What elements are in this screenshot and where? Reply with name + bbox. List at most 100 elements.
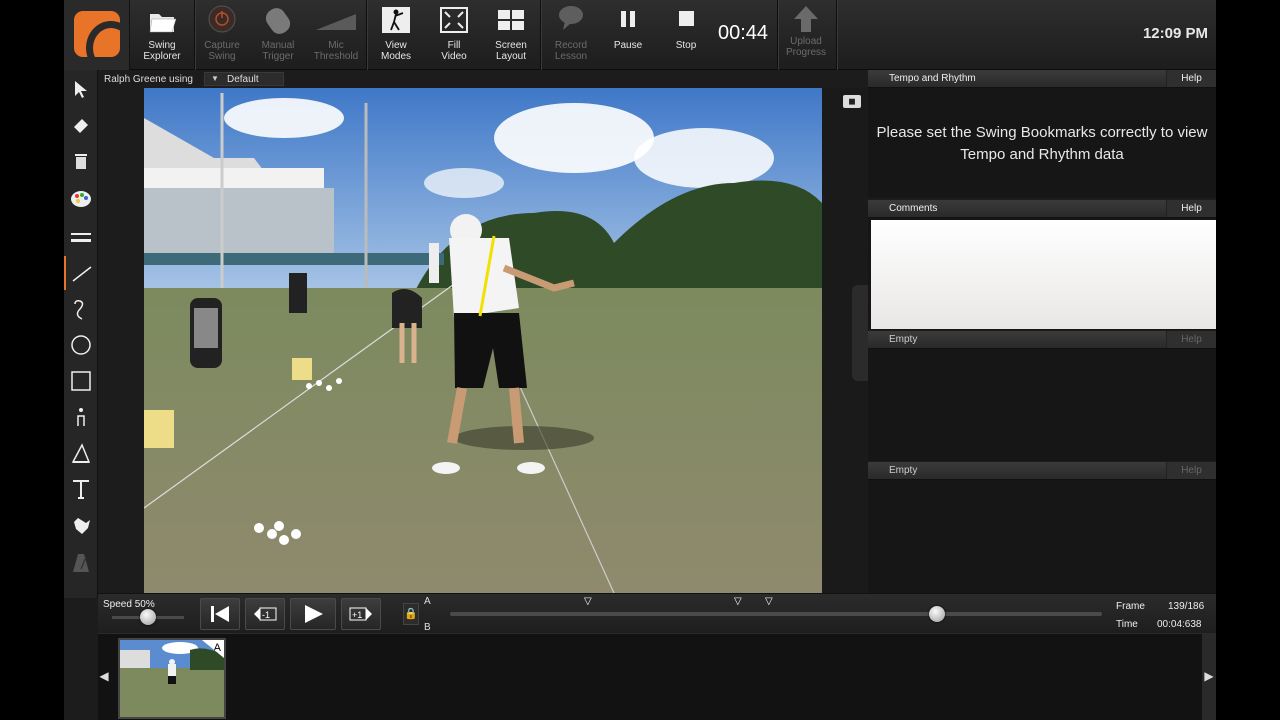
step-forward-text: +1 [352,610,362,620]
angle-tool-icon[interactable] [64,436,98,470]
comments-panel: Comments Help [868,200,1216,330]
comments-textbox[interactable] [871,220,1216,329]
pause-icon [600,0,656,40]
top-toolbar: Swing Explorer Capture Swing Manual Trig… [64,0,1216,70]
bookmark-marker-1[interactable]: ▽ [584,596,592,607]
empty-panel-2-help-button[interactable]: Help [1166,462,1216,479]
panel-grip-handle[interactable] [852,285,868,381]
palette-icon[interactable] [64,182,98,216]
line-tool-icon[interactable] [64,256,98,290]
fill-expand-icon [426,0,482,40]
speech-bubble-icon [543,0,599,40]
capture-swing-label: Capture Swing [204,40,240,62]
view-modes-label: View Modes [380,40,411,62]
tempo-help-button[interactable]: Help [1166,70,1216,87]
video-side-strip: ◼ [822,88,868,593]
dropdown-arrow-icon: ▼ [211,74,219,83]
timeline-scrubber[interactable] [450,612,1102,616]
view-modes-button[interactable]: View Modes [368,0,424,70]
playback-controls: Speed 50% -1 +1 🔒 A B ▽ ▽ ▽ Frame 139/18… [98,593,1216,633]
step-back-button[interactable]: -1 [245,598,285,630]
bookmark-marker-3[interactable]: ▽ [765,596,773,607]
snapshot-camera-icon[interactable]: ◼ [843,95,861,108]
comments-title: Comments [889,203,938,214]
mic-threshold-button[interactable]: Mic Threshold [308,0,364,70]
manual-trigger-button[interactable]: Manual Trigger [250,0,306,70]
eraser-icon[interactable] [64,108,98,142]
screen-layout-label: Screen Layout [495,40,527,62]
recording-timer: 00:44 [718,22,769,44]
fill-video-button[interactable]: Fill Video [426,0,482,70]
bookmark-marker-2[interactable]: ▽ [734,596,742,607]
frame-label: Frame [1116,601,1145,612]
folder-icon [134,0,190,40]
play-icon [305,605,323,623]
filmstrip-right-arrow-icon[interactable]: ▶ [1202,633,1216,720]
frame-value: 139/186 [1168,601,1205,612]
golf-swing-video-frame [144,88,822,593]
tempo-rhythm-message: Please set the Swing Bookmarks correctly… [876,124,1208,163]
go-to-start-button[interactable] [200,598,240,630]
fill-video-label: Fill Video [441,40,467,62]
empty-panel-1-help-button[interactable]: Help [1166,331,1216,348]
stop-label: Stop [675,40,697,51]
golfer-view-icon [368,0,424,40]
thumbnail-image [120,640,224,717]
power-icon [194,0,250,40]
swing-thumbnail[interactable]: A [118,638,226,719]
drawing-tools-sidebar [64,70,98,598]
system-clock: 12:09 PM [1142,25,1208,42]
manual-trigger-label: Manual Trigger [261,40,295,62]
upload-arrow-icon [778,0,834,40]
step-back-text: -1 [262,610,270,620]
text-tool-icon[interactable] [64,472,98,506]
grid-layout-icon [483,0,539,40]
upload-progress-button[interactable]: Upload Progress [778,0,834,70]
play-button[interactable] [290,598,336,630]
skip-start-icon [211,606,229,622]
lock-icon[interactable]: 🔒 [403,603,419,625]
angle-marker-icon[interactable] [64,400,98,434]
line-weight-icon[interactable] [64,220,98,254]
capture-swing-button[interactable]: Capture Swing [194,0,250,70]
empty-panel-2: Empty Help [868,462,1216,593]
logo-icon [74,11,120,57]
speed-slider-knob[interactable] [140,609,156,625]
mic-threshold-label: Mic Threshold [313,40,359,62]
filmstrip-left-arrow-icon[interactable]: ◀ [97,633,111,720]
app-logo[interactable] [64,0,130,70]
swing-explorer-button[interactable]: Swing Explorer [134,0,190,70]
record-lesson-label: Record Lesson [554,40,588,62]
user-label: Ralph Greene using [104,74,193,85]
stop-button[interactable]: Stop [658,0,714,70]
pause-label: Pause [613,40,643,51]
stop-icon [658,0,714,40]
marker-b-label: B [424,622,431,633]
screen-layout-button[interactable]: Screen Layout [483,0,539,70]
video-viewport[interactable] [144,88,822,593]
tempo-rhythm-title: Tempo and Rhythm [889,73,976,84]
curve-tool-icon[interactable] [64,292,98,326]
trash-icon[interactable] [64,144,98,178]
pause-button[interactable]: Pause [600,0,656,70]
step-forward-button[interactable]: +1 [341,598,381,630]
tempo-rhythm-panel: Tempo and Rhythm Help Please set the Swin… [868,70,1216,198]
mouse-icon [250,0,306,40]
empty-panel-1: Empty Help [868,331,1216,461]
metronome-icon[interactable] [64,546,98,580]
empty-panel-2-title: Empty [889,465,918,476]
time-value: 00:04:638 [1157,619,1202,630]
threshold-wedge-icon [308,0,364,40]
profile-value: Default [227,74,259,85]
user-bar: Ralph Greene using ▼ Default [98,70,868,88]
circle-tool-icon[interactable] [64,328,98,362]
rectangle-tool-icon[interactable] [64,364,98,398]
filmstrip: A [98,633,1216,720]
comments-help-button[interactable]: Help [1166,200,1216,217]
record-lesson-button[interactable]: Record Lesson [543,0,599,70]
profile-dropdown[interactable]: ▼ Default [204,72,284,86]
hand-tool-icon[interactable] [64,508,98,542]
select-arrow-icon[interactable] [64,72,98,106]
application-window: Swing Explorer Capture Swing Manual Trig… [64,0,1216,720]
timeline-playhead[interactable] [929,606,946,622]
